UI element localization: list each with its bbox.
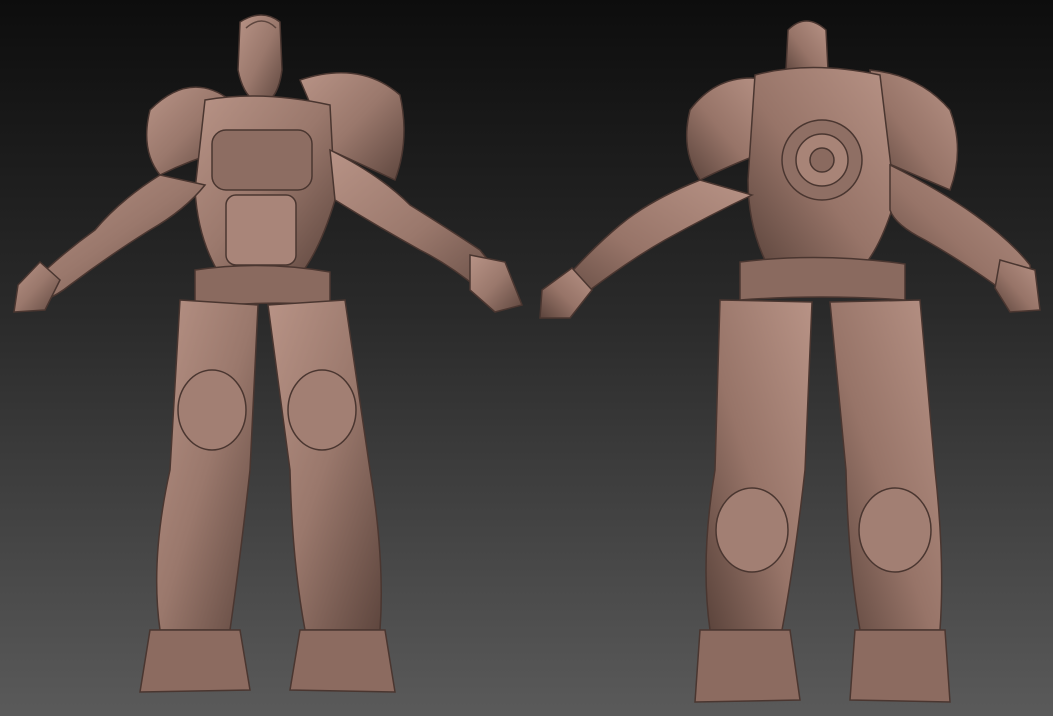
right-leg-back: [829, 299, 943, 631]
sculpt-render: [13, 14, 1041, 703]
left-boot-back: [694, 629, 801, 703]
left-leg: [155, 299, 259, 631]
right-hand-back: [994, 259, 1041, 313]
left-boot: [139, 629, 251, 693]
right-boot: [289, 629, 396, 693]
right-boot-back: [849, 629, 951, 703]
back-view-figure: [539, 20, 1041, 703]
belt-back: [739, 256, 906, 301]
left-leg-back: [705, 299, 813, 631]
right-leg: [267, 299, 382, 631]
sculpt-viewport: [0, 0, 1053, 716]
front-view-figure: [13, 14, 524, 693]
right-hand: [469, 254, 524, 313]
